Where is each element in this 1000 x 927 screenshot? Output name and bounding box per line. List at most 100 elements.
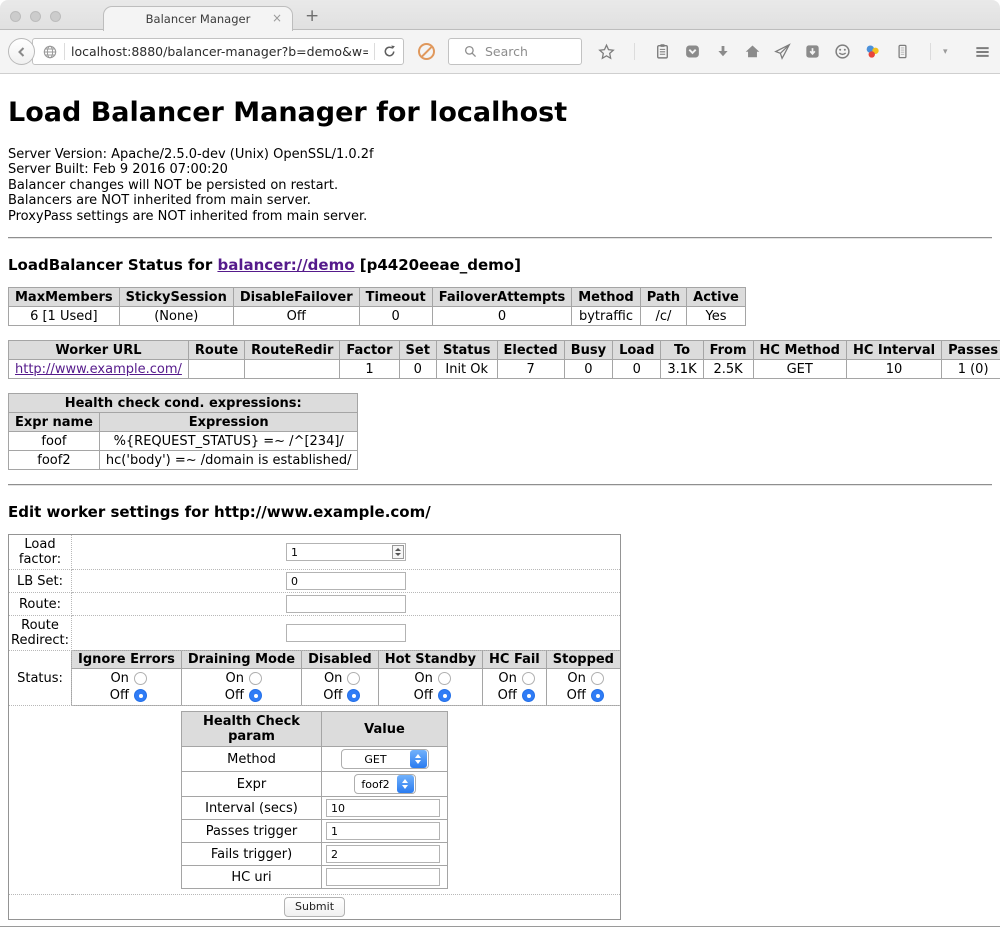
balancer-demo-link[interactable]: balancer://demo	[217, 256, 354, 274]
url-text[interactable]: localhost:8880/balancer-manager?b=demo&w…	[71, 44, 368, 59]
pocket-icon[interactable]	[684, 43, 701, 60]
submit-button[interactable]: Submit	[284, 897, 345, 917]
worker-table: Worker URL Route RouteRedir Factor Set S…	[8, 340, 1000, 379]
send-icon[interactable]	[774, 43, 791, 60]
blocked-icon[interactable]	[418, 43, 435, 60]
clipboard-icon[interactable]	[654, 43, 671, 60]
tab-close-icon[interactable]: ×	[272, 11, 282, 25]
hc-uri-input[interactable]	[326, 868, 440, 886]
table-row: http://www.example.com/ 1 0 Init Ok 7 0 …	[9, 360, 1000, 379]
lb-set-label: LB Set:	[9, 570, 72, 593]
route-redirect-label: Route Redirect:	[9, 616, 72, 651]
method-row: Method GET	[182, 747, 448, 772]
stopped-on-radio[interactable]	[591, 672, 604, 685]
browser-window: Balancer Manager × + localhost:8880/bala…	[0, 0, 1000, 927]
globe-icon	[41, 43, 58, 60]
select-stepper-icon	[410, 750, 427, 768]
stopped-off-radio[interactable]	[591, 689, 604, 702]
interval-label: Interval (secs)	[182, 797, 322, 820]
toolbar-separator	[634, 43, 635, 60]
status-label: Status:	[9, 651, 72, 706]
smiley-icon[interactable]	[834, 43, 851, 60]
expr-label: Expr	[182, 772, 322, 797]
navigation-toolbar: localhost:8880/balancer-manager?b=demo&w…	[0, 30, 1000, 74]
worker-url-link[interactable]: http://www.example.com/	[15, 362, 182, 377]
passes-label: Passes trigger	[182, 820, 322, 843]
server-version-line: Server Version: Apache/2.5.0-dev (Unix) …	[8, 147, 992, 162]
page-content: Load Balancer Manager for localhost Serv…	[0, 74, 1000, 927]
download-icon[interactable]	[714, 43, 731, 60]
table-row: 6 [1 Used] (None) Off 0 0 bytraffic /c/ …	[9, 307, 746, 326]
tab-title: Balancer Manager	[146, 12, 251, 26]
window-controls	[10, 11, 61, 22]
url-bar[interactable]: localhost:8880/balancer-manager?b=demo&w…	[32, 38, 404, 65]
disabled-off-radio[interactable]	[347, 689, 360, 702]
health-check-params-table: Health Check param Value Method GET	[181, 711, 448, 889]
tab-bar: Balancer Manager × +	[0, 0, 1000, 30]
number-stepper-icon[interactable]	[392, 545, 404, 559]
urlbar-separator	[64, 43, 65, 60]
fails-input[interactable]: 2	[326, 845, 440, 863]
select-stepper-icon	[397, 775, 414, 793]
ignore-errors-on-radio[interactable]	[134, 672, 147, 685]
lb-set-row: LB Set: 0	[9, 570, 621, 593]
inherit-note-line: Balancers are NOT inherited from main se…	[8, 193, 992, 208]
status-row: Status: Ignore Errors Draining Mode Disa…	[9, 651, 621, 706]
expr-select[interactable]: foof2	[354, 774, 416, 794]
hc-uri-row: HC uri	[182, 866, 448, 889]
draining-mode-off-radio[interactable]	[249, 689, 262, 702]
home-icon[interactable]	[744, 43, 761, 60]
table-header-row: Expr name Expression	[9, 413, 358, 432]
route-input[interactable]	[286, 595, 406, 613]
expr-row: Expr foof2	[182, 772, 448, 797]
divider	[8, 484, 992, 486]
battery-icon[interactable]	[894, 43, 911, 60]
balancer-status-heading: LoadBalancer Status for balancer://demo …	[8, 256, 992, 274]
lb-set-input[interactable]: 0	[286, 572, 406, 590]
toolbar-separator	[930, 43, 931, 60]
interval-input[interactable]: 10	[326, 799, 440, 817]
zoom-window-button[interactable]	[50, 11, 61, 22]
server-info: Server Version: Apache/2.5.0-dev (Unix) …	[8, 147, 992, 224]
search-placeholder: Search	[485, 44, 528, 59]
hc-fail-off-radio[interactable]	[522, 689, 535, 702]
route-row: Route:	[9, 593, 621, 616]
tab-balancer-manager[interactable]: Balancer Manager ×	[103, 6, 293, 31]
search-bar[interactable]: Search	[448, 38, 582, 65]
submit-row: Submit	[9, 895, 621, 920]
hc-fail-on-radio[interactable]	[522, 672, 535, 685]
hot-standby-on-radio[interactable]	[438, 672, 451, 685]
dropdown-caret[interactable]: ▾	[943, 47, 948, 57]
close-window-button[interactable]	[10, 11, 21, 22]
disabled-on-radio[interactable]	[347, 672, 360, 685]
minimize-window-button[interactable]	[30, 11, 41, 22]
reload-icon[interactable]	[381, 43, 398, 60]
color-dots-icon[interactable]	[864, 43, 881, 60]
fails-row: Fails trigger) 2	[182, 843, 448, 866]
table-title-row: Health check cond. expressions:	[9, 394, 358, 413]
method-select[interactable]: GET	[341, 749, 429, 769]
hot-standby-off-radio[interactable]	[438, 689, 451, 702]
box-download-icon[interactable]	[804, 43, 821, 60]
urlbar-separator	[374, 43, 375, 60]
table-header-row: MaxMembers StickySession DisableFailover…	[9, 288, 746, 307]
page-title: Load Balancer Manager for localhost	[8, 97, 992, 128]
health-check-expr-table: Health check cond. expressions: Expr nam…	[8, 393, 358, 470]
ignore-errors-off-radio[interactable]	[134, 689, 147, 702]
fails-label: Fails trigger)	[182, 843, 322, 866]
back-icon	[13, 43, 30, 60]
passes-input[interactable]: 1	[326, 822, 440, 840]
load-factor-label: Load factor:	[9, 535, 72, 570]
new-tab-button[interactable]: +	[305, 8, 319, 25]
status-radio-row: On Off On Off On Off	[72, 669, 621, 706]
star-icon[interactable]	[598, 43, 615, 60]
method-label: Method	[182, 747, 322, 772]
toolbar-actions: ▾	[598, 43, 1000, 60]
back-button[interactable]	[8, 38, 35, 65]
server-built-line: Server Built: Feb 9 2016 07:00:20	[8, 162, 992, 177]
route-redirect-input[interactable]	[286, 624, 406, 642]
table-row: foof %{REQUEST_STATUS} =~ /^[234]/	[9, 432, 358, 451]
load-factor-input[interactable]: 1	[286, 543, 406, 561]
menu-icon[interactable]	[974, 43, 991, 60]
draining-mode-on-radio[interactable]	[249, 672, 262, 685]
